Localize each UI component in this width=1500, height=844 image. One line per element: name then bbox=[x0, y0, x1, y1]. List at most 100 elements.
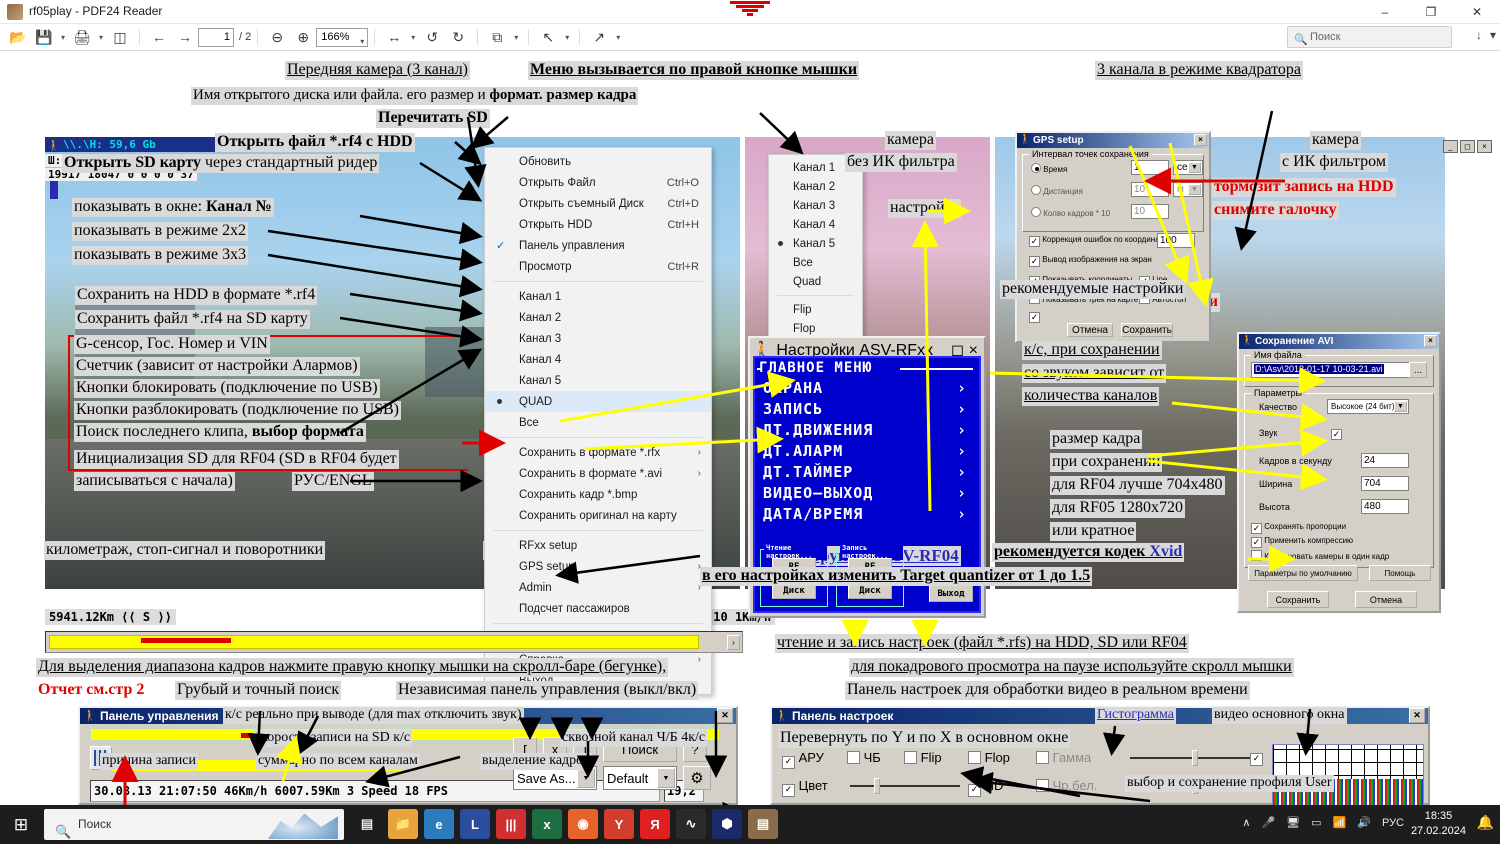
avi-compression-row[interactable]: ✓ Применить компрессию bbox=[1251, 536, 1353, 548]
gps-extra-checkbox[interactable]: ✓ bbox=[1029, 312, 1040, 323]
gps-output-row[interactable]: ✓ Вывод изображения на экран bbox=[1029, 255, 1152, 267]
flop-row[interactable]: Flop bbox=[968, 750, 1010, 765]
pdf24-icon[interactable]: ▤ bbox=[748, 809, 778, 839]
save-icon[interactable]: 💾 bbox=[32, 25, 56, 49]
avi-save-button[interactable]: Сохранить bbox=[1267, 591, 1329, 608]
context-menu-item[interactable]: Сохранить оригинал на карту bbox=[485, 505, 711, 526]
saveas-select[interactable]: Save As... ▼ bbox=[513, 766, 597, 790]
avi-height-input[interactable]: 480 bbox=[1361, 499, 1409, 514]
channel-submenu-item[interactable]: Все bbox=[769, 253, 862, 272]
export-icon[interactable]: ↗ bbox=[587, 25, 611, 49]
timeline-position-marker[interactable] bbox=[141, 638, 231, 643]
gps-radio-frames-row[interactable]: Колво кадров * 10 bbox=[1031, 207, 1110, 218]
asv-menu-item[interactable]: ЗАПИСЬ › bbox=[755, 399, 979, 420]
avi-fps-input[interactable]: 24 bbox=[1361, 453, 1409, 468]
color-slider-thumb[interactable] bbox=[874, 778, 880, 794]
context-menu-item[interactable]: Обновить bbox=[485, 151, 711, 172]
context-menu-item[interactable]: Канал 5 bbox=[485, 370, 711, 391]
gamma-slider-track[interactable] bbox=[1130, 750, 1260, 766]
avi-save-dialog[interactable]: 🚶 Сохранение AVI × Имя файла D:\Asv\2013… bbox=[1237, 332, 1441, 613]
video-close-button[interactable]: × bbox=[1477, 140, 1492, 153]
asv-menu-item[interactable]: ДТ.ТАЙМЕР › bbox=[755, 462, 979, 483]
app-red-icon[interactable]: ||| bbox=[496, 809, 526, 839]
split-view-icon[interactable]: ⧉ bbox=[485, 25, 509, 49]
prev-page-icon[interactable]: ← bbox=[147, 25, 171, 49]
gps-correction-input[interactable]: 100 bbox=[1157, 233, 1195, 248]
open-folder-icon[interactable]: 📂 bbox=[6, 25, 30, 49]
zoom-level-select[interactable]: 166% ▾ bbox=[316, 27, 369, 47]
libreoffice-icon[interactable]: L bbox=[460, 809, 490, 839]
video-maximize-button[interactable]: ◻ bbox=[1460, 140, 1475, 153]
export-caret-icon[interactable]: ▾ bbox=[612, 33, 624, 42]
avi-proportions-checkbox[interactable]: ✓ bbox=[1251, 523, 1262, 534]
timeline-scrollbar[interactable]: › bbox=[45, 631, 743, 653]
channel-submenu-item[interactable]: Канал 2 bbox=[769, 177, 862, 196]
context-menu-item[interactable]: Сохранить в формате *.avi › bbox=[485, 463, 711, 484]
close-button[interactable]: ✕ bbox=[1454, 0, 1500, 24]
histogram-enable-checkbox[interactable]: ✓ bbox=[1250, 746, 1263, 766]
asv-menu-item[interactable]: ДАТА/ВРЕМЯ › bbox=[755, 504, 979, 525]
context-menu-item[interactable]: Сохранить кадр *.bmp bbox=[485, 484, 711, 505]
avi-quality-select[interactable]: Высокое (24 бит) ▼ bbox=[1327, 399, 1409, 414]
gps-radio-time-row[interactable]: Время bbox=[1031, 163, 1067, 174]
search-input[interactable]: 🔍 Поиск bbox=[1287, 26, 1452, 48]
tray-icon-0[interactable]: ∧ bbox=[1242, 816, 1250, 829]
minimize-button[interactable]: – bbox=[1362, 0, 1408, 24]
color-row[interactable]: ✓ Цвет bbox=[782, 778, 828, 797]
asv-menu-items[interactable]: ОХРАНА › ЗАПИСЬ › ДТ.ДВИЖЕНИЯ › ДТ.АЛАРМ › ДТ.ТА… bbox=[755, 378, 979, 525]
print-caret-icon[interactable]: ▾ bbox=[95, 33, 107, 42]
context-menu-item[interactable]: Канал 1 bbox=[485, 286, 711, 307]
gps-radio-distance[interactable] bbox=[1031, 185, 1041, 195]
gps-setup-dialog[interactable]: 🚶 GPS setup × Интервал точек сохранения … bbox=[1015, 131, 1211, 343]
context-menu-item[interactable]: RFxx setup bbox=[485, 535, 711, 556]
timeline-right-arrow-icon[interactable]: › bbox=[727, 635, 740, 650]
maximize-button[interactable]: ❐ bbox=[1408, 0, 1454, 24]
video-minimize-button[interactable]: _ bbox=[1443, 140, 1458, 153]
black-checkbox[interactable] bbox=[1036, 779, 1049, 792]
zoom-out-icon[interactable]: ⊖ bbox=[265, 25, 289, 49]
yandex-icon[interactable]: Я bbox=[640, 809, 670, 839]
overflow-caret-icon[interactable]: ▾ bbox=[1490, 28, 1496, 42]
avi-compose-checkbox[interactable] bbox=[1251, 550, 1262, 561]
channel-submenu-item[interactable]: Quad bbox=[769, 272, 862, 291]
next-page-icon[interactable]: → bbox=[173, 25, 197, 49]
settings-panel-close-button[interactable]: ✕ bbox=[1409, 708, 1425, 723]
channel-submenu-item[interactable]: Канал 4 bbox=[769, 215, 862, 234]
edge-icon[interactable]: e bbox=[424, 809, 454, 839]
agc-checkbox[interactable]: ✓ bbox=[782, 756, 795, 769]
zoom-in-icon[interactable]: ⊕ bbox=[291, 25, 315, 49]
tray-icon-2[interactable]: 🖥 bbox=[1286, 816, 1300, 829]
asv-menu-item[interactable]: ДТ.АЛАРМ › bbox=[755, 441, 979, 462]
asv-menu-item[interactable]: ВИДЕО—ВЫХОД › bbox=[755, 483, 979, 504]
fit-width-icon[interactable]: ↔ bbox=[382, 25, 406, 49]
annot-codec-link[interactable]: Xvid bbox=[1149, 543, 1182, 560]
language-indicator[interactable]: РУС bbox=[1382, 817, 1404, 829]
gps-distance-input[interactable]: 10 bbox=[1131, 182, 1169, 197]
black-row[interactable]: Чр.бел. bbox=[1036, 778, 1097, 793]
avi-browse-button[interactable]: ... bbox=[1409, 362, 1427, 378]
color-slider-track[interactable] bbox=[850, 778, 960, 794]
context-menu-item[interactable]: Просмотр Ctrl+R bbox=[485, 256, 711, 277]
gps-output-checkbox[interactable]: ✓ bbox=[1029, 256, 1040, 267]
asv-exit-button[interactable]: Выход bbox=[929, 585, 973, 602]
avi-width-input[interactable]: 704 bbox=[1361, 476, 1409, 491]
gps-radio-time[interactable] bbox=[1031, 163, 1041, 173]
context-menu-item[interactable]: Открыть Файл Ctrl+O bbox=[485, 172, 711, 193]
avi-compression-checkbox[interactable]: ✓ bbox=[1251, 537, 1262, 548]
scroll-down-icon[interactable]: ↓ bbox=[1476, 28, 1482, 42]
gps-close-button[interactable]: × bbox=[1194, 134, 1207, 146]
file-explorer-icon[interactable]: 📁 bbox=[388, 809, 418, 839]
gps-cancel-button[interactable]: Отмена bbox=[1067, 323, 1113, 337]
avi-compose-row[interactable]: Компоновать камеры в один кадр bbox=[1251, 550, 1389, 561]
agc-row[interactable]: ✓ АРУ bbox=[782, 750, 824, 769]
gps-radio-distance-row[interactable]: Дистанция bbox=[1031, 185, 1083, 196]
channel-submenu-item[interactable]: Канал 5 bbox=[769, 234, 862, 253]
fit-caret-icon[interactable]: ▾ bbox=[407, 33, 419, 42]
windows-start-icon[interactable]: ⊞ bbox=[6, 811, 36, 839]
context-menu-item[interactable]: Подсчет пассажиров bbox=[485, 598, 711, 619]
gps-extra-row[interactable]: ✓ bbox=[1029, 311, 1040, 323]
asv-menu-item[interactable]: ДТ.ДВИЖЕНИЯ › bbox=[755, 420, 979, 441]
tray-icon-4[interactable]: 📶 bbox=[1333, 816, 1347, 829]
asv-menu-item[interactable]: ОХРАНА › bbox=[755, 378, 979, 399]
context-menu-item[interactable]: QUAD bbox=[485, 391, 711, 412]
